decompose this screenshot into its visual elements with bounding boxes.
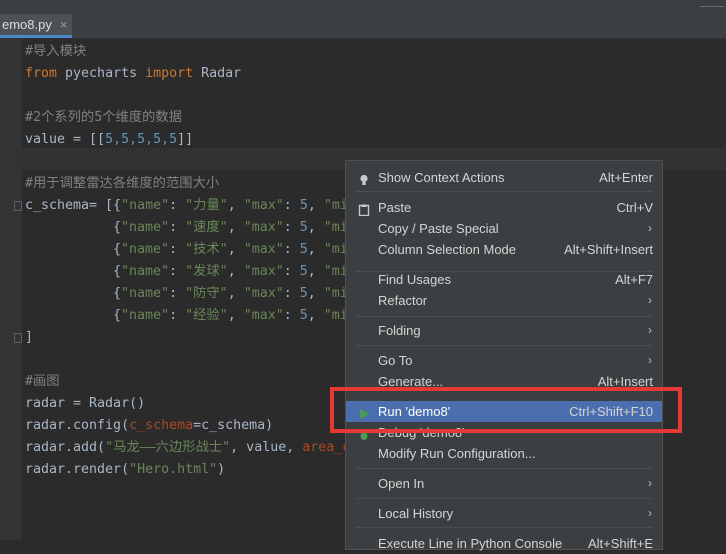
code-line: #2个系列的5个维度的数据 bbox=[25, 110, 182, 125]
code-line: {"name": "防守", "max": 5, "mi bbox=[113, 286, 348, 301]
code-line: {"name": "经验", "max": 5, "mi bbox=[113, 308, 348, 323]
code-line: c_schema= [{"name": "力量", "max": 5, "mi bbox=[25, 198, 348, 213]
menu-separator bbox=[356, 345, 652, 346]
menu-item-label: Refactor bbox=[378, 293, 428, 308]
code-line: #导入模块 bbox=[25, 44, 87, 59]
menu-item-column-selection-mode[interactable]: Column Selection Mode Alt+Shift+Insert bbox=[346, 239, 662, 260]
menu-item-label: Open In bbox=[378, 476, 425, 491]
menu-separator bbox=[356, 316, 652, 317]
menu-separator bbox=[356, 191, 652, 192]
menu-separator bbox=[356, 468, 652, 469]
code-line: {"name": "技术", "max": 5, "mi bbox=[113, 242, 348, 257]
menu-separator bbox=[356, 527, 652, 528]
tab-demo8[interactable]: emo8.py × bbox=[0, 14, 72, 38]
menu-item-refactor[interactable]: Refactor › bbox=[346, 290, 662, 311]
chevron-right-icon: › bbox=[648, 476, 652, 490]
chevron-right-icon: › bbox=[648, 293, 652, 307]
code-line: {"name": "发球", "max": 5, "mi bbox=[113, 264, 348, 279]
menu-item-local-history[interactable]: Local History › bbox=[346, 503, 662, 524]
clipboard-icon bbox=[358, 201, 370, 217]
menu-item-go-to[interactable]: Go To › bbox=[346, 350, 662, 371]
menu-separator bbox=[356, 498, 652, 499]
fold-marker-icon[interactable] bbox=[14, 333, 22, 343]
menu-item-label: Execute Line in Python Console bbox=[378, 536, 563, 551]
code-line: radar = Radar() bbox=[25, 396, 146, 411]
menu-item-shortcut: Ctrl+V bbox=[616, 200, 653, 215]
menu-item-label: Go To bbox=[378, 353, 413, 368]
highlight-annotation-box bbox=[330, 387, 682, 433]
fold-marker-icon[interactable] bbox=[14, 201, 22, 211]
menu-item-show-context-actions[interactable]: Show Context Actions Alt+Enter bbox=[346, 167, 662, 188]
menu-item-shortcut: Alt+Enter bbox=[599, 170, 653, 185]
context-menu: Show Context Actions Alt+Enter Paste Ctrl+V… bbox=[345, 160, 663, 551]
menu-item-shortcut: Alt+Shift+Insert bbox=[564, 242, 653, 257]
menu-item-label: Copy / Paste Special bbox=[378, 221, 499, 236]
menu-item-label: Column Selection Mode bbox=[378, 242, 517, 257]
close-icon[interactable]: × bbox=[60, 17, 68, 32]
menu-item-shortcut: Alt+F7 bbox=[615, 272, 653, 287]
menu-item-label: Local History bbox=[378, 506, 454, 521]
code-line: radar.add("马龙——六边形战士", value, area_c bbox=[25, 440, 351, 455]
lightbulb-icon bbox=[358, 171, 370, 185]
code-line: {"name": "速度", "max": 5, "mi bbox=[113, 220, 348, 235]
menu-item-copy-paste-special[interactable]: Copy / Paste Special › bbox=[346, 218, 662, 239]
code-line: radar.render("Hero.html") bbox=[25, 462, 226, 477]
code-line: #画图 bbox=[25, 374, 60, 389]
menu-item-folding[interactable]: Folding › bbox=[346, 320, 662, 341]
menu-item-paste[interactable]: Paste Ctrl+V bbox=[346, 197, 662, 218]
code-line: #用于调整雷达各维度的范围大小 bbox=[25, 176, 220, 191]
menu-item-open-in[interactable]: Open In › bbox=[346, 473, 662, 494]
code-line: value = [[5,5,5,5,5]] bbox=[25, 132, 194, 147]
menu-item-label: Show Context Actions bbox=[378, 170, 505, 185]
code-line: ] bbox=[25, 330, 34, 345]
menu-item-execute-line-in-python-console[interactable]: Execute Line in Python Console Alt+Shift+… bbox=[346, 533, 662, 554]
menu-item-modify-run-configuration[interactable]: Modify Run Configuration... bbox=[346, 443, 662, 464]
chevron-right-icon: › bbox=[648, 353, 652, 367]
menu-item-label: Modify Run Configuration... bbox=[378, 446, 536, 461]
chevron-right-icon: › bbox=[648, 323, 652, 337]
chevron-right-icon: › bbox=[648, 221, 652, 235]
editor-tab-bar: emo8.py × bbox=[0, 0, 726, 39]
menu-item-label: Paste bbox=[378, 200, 412, 215]
code-line: radar.config(c_schema=c_schema) bbox=[25, 418, 274, 433]
menu-item-find-usages[interactable]: Find Usages Alt+F7 bbox=[346, 269, 662, 290]
scroll-corner-mark bbox=[700, 0, 724, 7]
menu-item-shortcut: Alt+Shift+E bbox=[587, 536, 653, 551]
code-line: from pyecharts import Radar bbox=[25, 66, 242, 81]
menu-item-label: Folding bbox=[378, 323, 421, 338]
tab-label: emo8.py bbox=[2, 17, 52, 32]
chevron-right-icon: › bbox=[648, 506, 652, 520]
menu-item-label: Find Usages bbox=[378, 272, 451, 287]
editor-gutter bbox=[0, 39, 22, 540]
